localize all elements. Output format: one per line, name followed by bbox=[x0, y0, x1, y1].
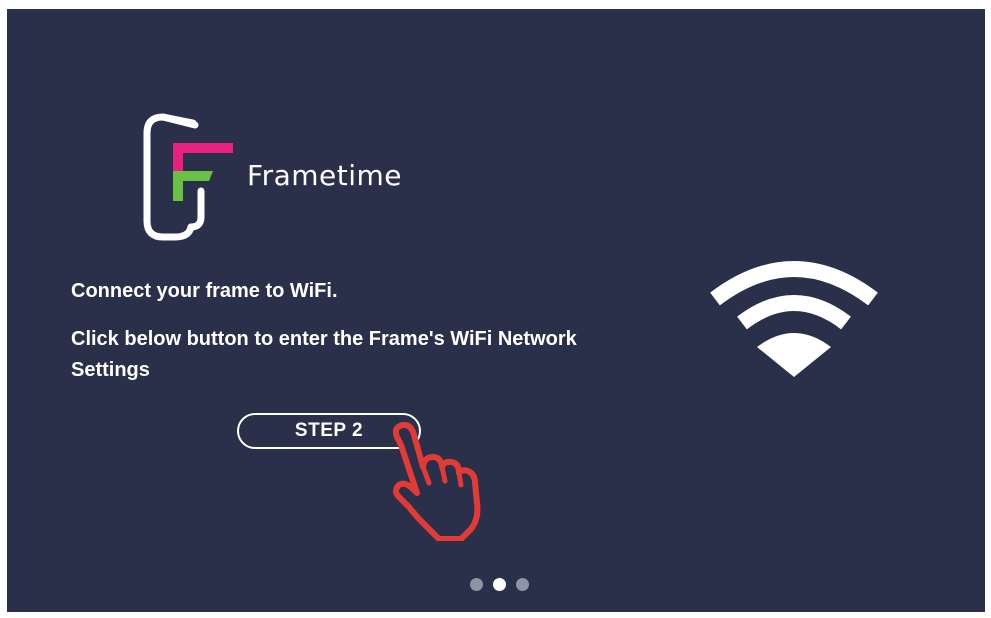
page-dot-2[interactable] bbox=[493, 578, 506, 591]
page-indicator bbox=[470, 578, 529, 591]
page-dot-3[interactable] bbox=[516, 578, 529, 591]
instruction-title: Connect your frame to WiFi. bbox=[71, 280, 338, 302]
frametime-logo-icon bbox=[143, 113, 233, 241]
page-dot-1[interactable] bbox=[470, 578, 483, 591]
hand-pointer-icon bbox=[392, 421, 481, 541]
brand-name: Frametime bbox=[247, 159, 402, 192]
wifi-icon bbox=[710, 261, 878, 377]
instruction-text: Click below button to enter the Frame's … bbox=[71, 328, 577, 381]
setup-screen: Frametime Connect your frame to WiFi. Cl… bbox=[7, 9, 985, 612]
